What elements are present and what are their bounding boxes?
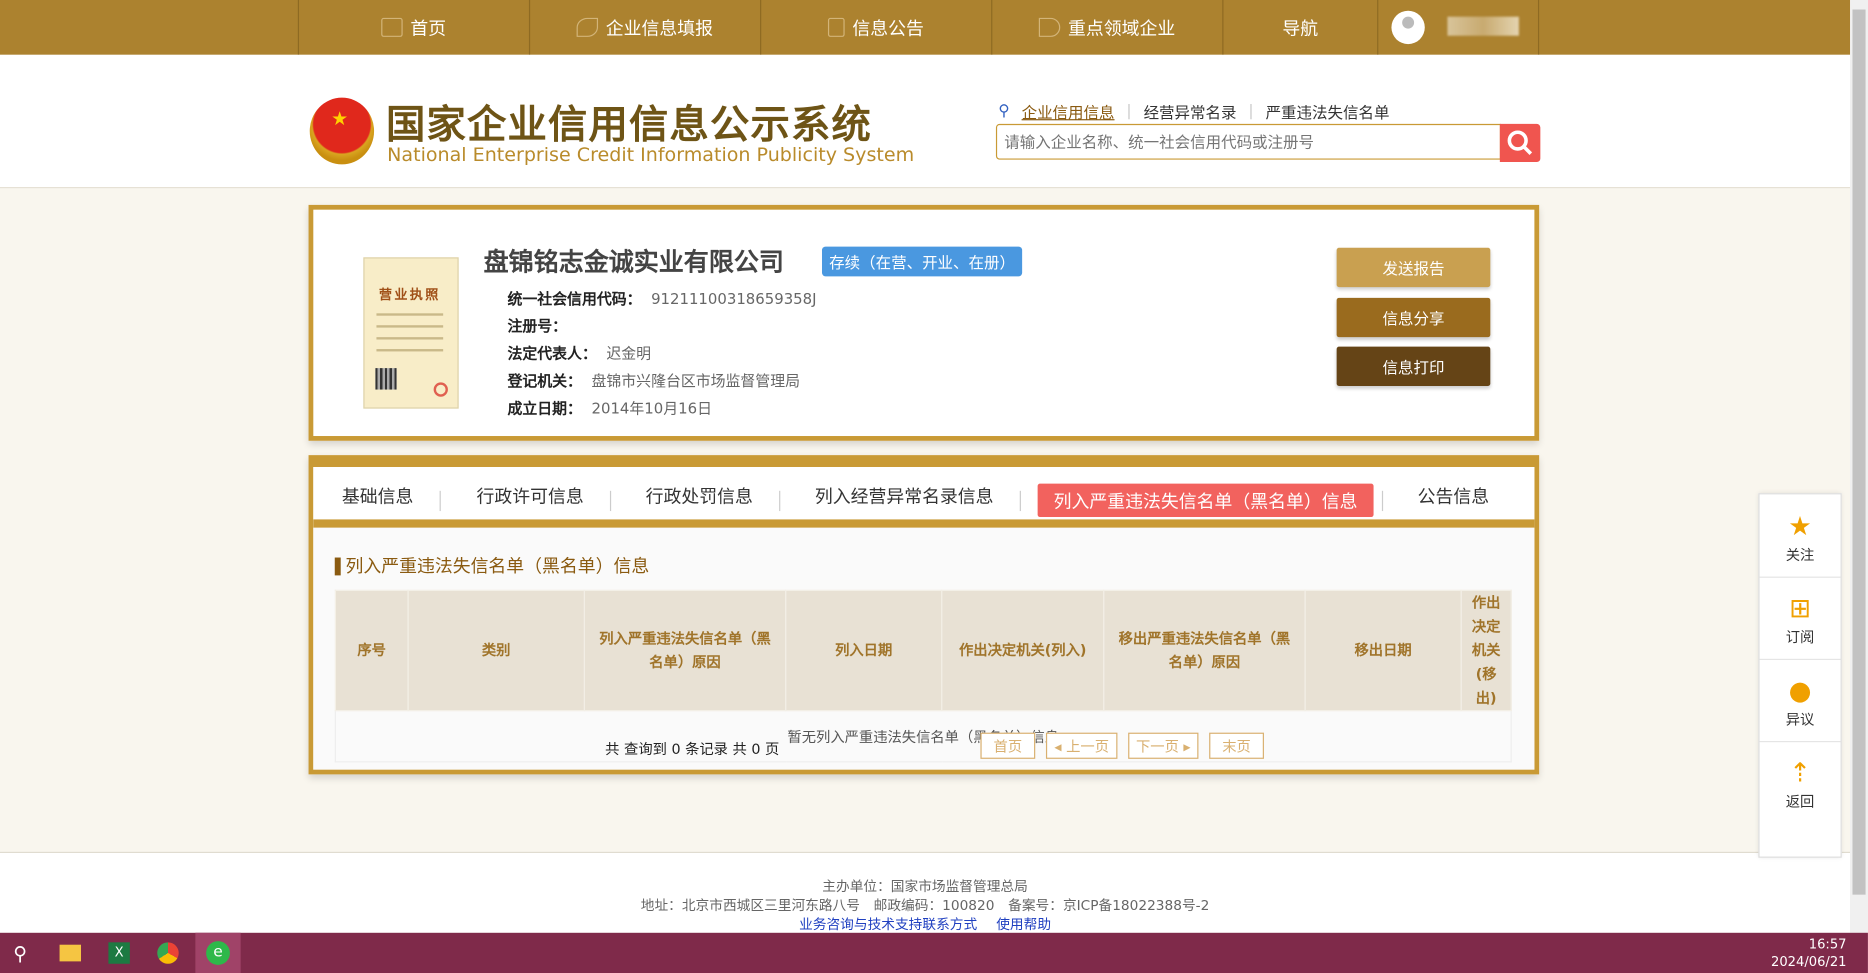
site-header — [0, 54, 1851, 189]
link-abnormal-list[interactable]: 经营异常名录 — [1144, 100, 1237, 123]
field-legal-rep: 法定代表人： 迟金明 — [507, 344, 652, 363]
col-remove-date: 移出日期 — [1304, 589, 1462, 712]
star-icon: ★ — [1788, 512, 1812, 543]
col-list-reason: 列入严重违法失信名单（黑名单）原因 — [583, 589, 787, 712]
chrome-icon[interactable] — [148, 933, 189, 973]
tab-blacklist[interactable]: 列入严重违法失信名单（黑名单）信息 — [1037, 483, 1374, 518]
excel-icon[interactable]: X — [99, 933, 140, 973]
username-blurred — [1447, 16, 1519, 36]
search-icon: ⚲ — [998, 102, 1010, 121]
scrollbar-thumb[interactable] — [1852, 9, 1866, 895]
col-remove-authority: 作出决定机关(移出) — [1460, 589, 1512, 712]
search-button[interactable] — [1499, 123, 1541, 163]
ie-browser-icon[interactable]: e — [195, 932, 241, 973]
col-list-authority: 作出决定机关(列入) — [941, 589, 1105, 712]
tab-content: 列入严重违法失信名单（黑名单）信息 序号 类别 列入严重违法失信名单（黑名单）原… — [313, 527, 1535, 770]
arrow-up-icon: ⇡ — [1789, 758, 1812, 789]
tab-abnormal-list[interactable]: 列入经营异常名录信息 — [815, 484, 994, 509]
nav-enterprise-report[interactable]: 企业信息填报 — [528, 0, 760, 55]
link-blacklist[interactable]: 严重违法失信名单 — [1266, 100, 1390, 123]
subscribe-button[interactable]: ⊞ 订阅 — [1759, 577, 1841, 660]
follow-button[interactable]: ★ 关注 — [1759, 494, 1841, 578]
last-page-button[interactable]: 末页 — [1209, 732, 1264, 759]
speaker-icon — [1039, 17, 1061, 37]
tab-admin-penalty[interactable]: 行政处罚信息 — [646, 484, 753, 509]
page-info: 共 查询到 0 条记录 共 0 页 — [605, 740, 780, 758]
help-link[interactable]: 使用帮助 — [996, 916, 1051, 933]
send-report-button[interactable]: 发送报告 — [1336, 247, 1491, 288]
footer-host: 主办单位：国家市场监督管理总局 — [822, 877, 1028, 895]
chat-icon: ● — [1788, 676, 1812, 707]
site-title: 国家企业信用信息公示系统 — [385, 101, 873, 148]
file-explorer-icon[interactable] — [50, 933, 91, 973]
search-category-links: ⚲ 企业信用信息 | 经营异常名录 | 严重违法失信名单 — [998, 100, 1390, 123]
table-row: 暂无列入严重违法失信名单（黑名单）信息 — [334, 710, 1512, 763]
divider: | — [1248, 102, 1254, 121]
national-emblem-logo: ★ — [309, 97, 375, 165]
business-license-image: 营业执照 — [363, 257, 459, 409]
floating-toolbar: ★ 关注 ⊞ 订阅 ● 异议 ⇡ 返回 — [1758, 493, 1842, 858]
monitor-icon — [381, 17, 404, 37]
field-reg-number: 注册号： — [507, 316, 568, 335]
pen-icon — [577, 17, 599, 37]
share-info-button[interactable]: 信息分享 — [1336, 297, 1491, 338]
nav-key-enterprises[interactable]: 重点领域企业 — [991, 0, 1222, 55]
field-credit-code: 统一社会信用代码： 91211100318659358J — [507, 289, 817, 308]
footer-address: 地址：北京市西城区三里河东路八号 邮政编码：100820 备案号：京ICP备18… — [640, 897, 1210, 914]
company-summary-card: 营业执照 盘锦铭志金诚实业有限公司 存续（在营、开业、在册） 统一社会信用代码：… — [308, 204, 1540, 441]
detail-card: 基础信息 行政许可信息 行政处罚信息 列入经营异常名录信息 列入严重违法失信名单… — [308, 455, 1540, 775]
browser-page: 首页 企业信息填报 信息公告 重点领域企业 导航 ★ 国家企业信用信息公示系统 … — [0, 0, 1868, 973]
plus-icon: ⊞ — [1789, 594, 1812, 625]
link-credit-info[interactable]: 企业信用信息 — [1022, 100, 1115, 123]
blacklist-table: 序号 类别 列入严重违法失信名单（黑名单）原因 列入日期 作出决定机关(列入) … — [334, 589, 1512, 763]
search-input[interactable] — [995, 123, 1502, 160]
next-page-button[interactable]: 下一页 ▸ — [1128, 732, 1199, 759]
support-contact-link[interactable]: 业务咨询与技术支持联系方式 — [799, 916, 977, 933]
print-info-button[interactable]: 信息打印 — [1336, 346, 1491, 386]
nav-navigation[interactable]: 导航 — [1222, 0, 1377, 55]
field-founded-date: 成立日期： 2014年10月16日 — [507, 399, 712, 417]
tab-basic-info[interactable]: 基础信息 — [342, 484, 413, 509]
nav-home[interactable]: 首页 — [297, 0, 529, 55]
top-nav: 首页 企业信息填报 信息公告 重点领域企业 导航 — [0, 0, 1851, 55]
col-category: 类别 — [407, 589, 585, 712]
objection-button[interactable]: ● 异议 — [1759, 659, 1841, 743]
avatar[interactable] — [1391, 10, 1425, 45]
col-list-date: 列入日期 — [785, 589, 943, 712]
status-badge: 存续（在营、开业、在册） — [821, 246, 1023, 277]
section-title: 列入严重违法失信名单（黑名单）信息 — [334, 557, 649, 576]
taskbar: ⚲ X e 16:57 2024/06/21 — [0, 932, 1868, 973]
field-reg-authority: 登记机关： 盘锦市兴隆台区市场监督管理局 — [507, 371, 800, 390]
site-subtitle: National Enterprise Credit Information P… — [387, 142, 915, 166]
system-clock[interactable]: 16:57 2024/06/21 — [1771, 935, 1847, 971]
document-icon — [828, 17, 846, 37]
col-remove-reason: 移出严重违法失信名单（黑名单）原因 — [1103, 589, 1306, 712]
search-icon[interactable]: ⚲ — [0, 933, 41, 973]
tab-bar: 基础信息 行政许可信息 行政处罚信息 列入经营异常名录信息 列入严重违法失信名单… — [313, 466, 1535, 528]
divider: | — [1126, 102, 1132, 121]
footer: 主办单位：国家市场监督管理总局 地址：北京市西城区三里河东路八号 邮政编码：10… — [0, 851, 1851, 934]
empty-message: 暂无列入严重违法失信名单（黑名单）信息 — [334, 710, 1512, 763]
back-to-top-button[interactable]: ⇡ 返回 — [1760, 741, 1841, 823]
company-name: 盘锦铭志金诚实业有限公司 — [483, 247, 784, 277]
table-header-row: 序号 类别 列入严重违法失信名单（黑名单）原因 列入日期 作出决定机关(列入) … — [334, 589, 1512, 712]
prev-page-button[interactable]: ◂ 上一页 — [1045, 732, 1118, 759]
nav-announcements[interactable]: 信息公告 — [760, 0, 991, 55]
first-page-button[interactable]: 首页 — [980, 732, 1036, 759]
col-index: 序号 — [334, 589, 409, 712]
search-icon — [1507, 130, 1533, 155]
tab-announcements[interactable]: 公告信息 — [1418, 484, 1489, 509]
tab-admin-license[interactable]: 行政许可信息 — [477, 484, 584, 509]
